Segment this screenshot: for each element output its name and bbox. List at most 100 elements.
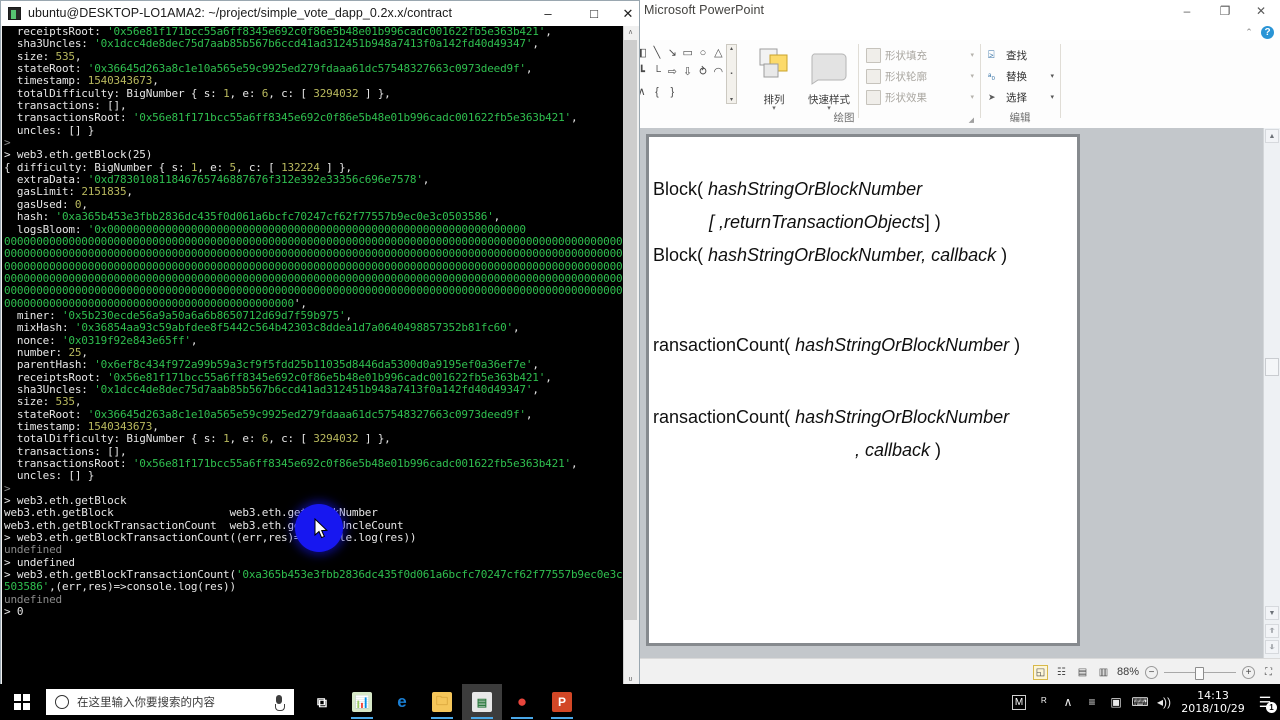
ppt-minimize-button[interactable]: – bbox=[1172, 2, 1202, 20]
shape-effects-button[interactable]: 形状效果 ▾ bbox=[866, 88, 974, 106]
shapes-scroll-dot-icon[interactable]: ▪ bbox=[730, 71, 732, 77]
shapes-gallery-scroll[interactable]: ▴ ▪ ▾ bbox=[726, 44, 737, 104]
view-slideshow-button[interactable]: ▥ bbox=[1096, 665, 1111, 680]
shape-outline-button[interactable]: 形状轮廓 ▾ bbox=[866, 67, 974, 85]
terminal-line: sha3Uncles: '0x1dcc4de8dec75d7aab85b567b… bbox=[4, 382, 626, 396]
shapes-gallery[interactable]: ◧ ╲ ↘ ▭ ○ △ ┗ └ ⇨ ⇩ ⥁ ◠ ∧{} bbox=[640, 44, 726, 102]
taskbar-google-chrome[interactable]: ● bbox=[502, 684, 542, 720]
shape-glyph-icon-0[interactable]: ◧ bbox=[640, 44, 649, 63]
notification-center-button[interactable]: ☰ 1 bbox=[1250, 684, 1280, 720]
taskbar-task-view[interactable]: ⧉ bbox=[302, 684, 342, 720]
slide-text-tail: ] ) bbox=[924, 212, 941, 232]
terminal-span: undefined bbox=[4, 543, 62, 557]
terminal-scrollbar-thumb[interactable] bbox=[624, 40, 637, 620]
tray-icon-2[interactable]: ≡ bbox=[1080, 684, 1104, 720]
taskbar-file-explorer[interactable]: 🗀 bbox=[422, 684, 462, 720]
start-button[interactable] bbox=[0, 684, 44, 720]
ppt-close-button[interactable]: ✕ bbox=[1246, 2, 1276, 20]
shape-glyph-icon-14[interactable]: } bbox=[665, 83, 680, 102]
terminal-span: , c: [ bbox=[268, 86, 314, 100]
ppt-restore-button[interactable]: ❐ bbox=[1210, 2, 1240, 20]
select-caret-icon[interactable]: ▾ bbox=[1050, 93, 1054, 101]
terminal-output-area[interactable]: receiptsRoot: '0x56e81f171bcc55a6ff8345e… bbox=[2, 26, 638, 687]
fit-slide-button[interactable]: ⛶ bbox=[1261, 665, 1276, 680]
taskbar-powerpoint[interactable]: P bbox=[542, 684, 582, 720]
terminal-span: 0000000000000000000000000000000000000000… bbox=[4, 247, 638, 261]
zoom-slider-handle[interactable] bbox=[1195, 666, 1204, 680]
terminal-span: stateRoot: bbox=[4, 407, 88, 421]
shape-effects-caret-icon[interactable]: ▾ bbox=[970, 93, 974, 101]
taskbar-microsoft-edge[interactable]: e bbox=[382, 684, 422, 720]
shapes-scroll-up-icon[interactable]: ▴ bbox=[730, 45, 733, 52]
shape-glyph-icon-8[interactable]: ⇨ bbox=[665, 63, 680, 82]
replace-caret-icon[interactable]: ▾ bbox=[1050, 72, 1054, 80]
shape-glyph-icon-7[interactable]: └ bbox=[649, 63, 664, 82]
shape-glyph-icon-3[interactable]: ▭ bbox=[680, 44, 695, 63]
zoom-in-button[interactable]: + bbox=[1242, 665, 1255, 679]
view-slide-sorter-button[interactable]: ☷ bbox=[1054, 665, 1069, 680]
tray-icon-5[interactable]: ◂)) bbox=[1152, 684, 1176, 720]
next-slide-icon[interactable]: ⥥ bbox=[1265, 640, 1279, 654]
terminal-line: 503586',(err,res)=>console.log(res)) bbox=[4, 581, 626, 593]
shape-outline-caret-icon[interactable]: ▾ bbox=[970, 72, 974, 80]
shape-glyph-icon-5[interactable]: △ bbox=[711, 44, 726, 63]
terminal-span: 0000000000000000000000000000000000000000… bbox=[4, 259, 638, 273]
replace-button[interactable]: ᵃ₀ 替换 ▾ bbox=[988, 67, 1054, 85]
shape-glyph-icon-13[interactable]: { bbox=[649, 83, 664, 102]
terminal-span: , bbox=[532, 382, 539, 396]
collapse-ribbon-icon[interactable]: ⌃ bbox=[1243, 26, 1255, 38]
view-normal-button[interactable]: ◱ bbox=[1032, 664, 1048, 680]
taskbar-ubuntu-terminal[interactable]: ▤ bbox=[462, 684, 502, 720]
find-button[interactable]: ⍄ 查找 bbox=[988, 46, 1054, 64]
shape-glyph-icon-1[interactable]: ╲ bbox=[649, 44, 664, 63]
shape-glyph-icon-12[interactable]: ∧ bbox=[640, 83, 649, 102]
terminal-maximize-button[interactable]: □ bbox=[571, 1, 617, 26]
scroll-up-icon[interactable]: ▲ bbox=[1265, 129, 1279, 143]
shape-glyph-icon-10[interactable]: ⥁ bbox=[695, 63, 710, 82]
slide-text-italic: hashStringOrBlockNumber bbox=[703, 179, 923, 199]
terminal-span: , bbox=[126, 185, 133, 199]
slide-canvas[interactable]: Block( hashStringOrBlockNumber [ ,return… bbox=[649, 137, 1077, 643]
search-input[interactable]: 在这里输入你要搜索的内容 bbox=[46, 689, 294, 715]
slide-vertical-scrollbar[interactable]: ▲ ▼ ⥣ ⥥ bbox=[1263, 128, 1280, 658]
terminal-close-button[interactable]: ✕ bbox=[617, 1, 639, 26]
view-reading-button[interactable]: ▤ bbox=[1075, 665, 1090, 680]
shape-glyph-icon-9[interactable]: ⇩ bbox=[680, 63, 695, 82]
scroll-down-icon[interactable]: ▼ bbox=[1265, 606, 1279, 620]
drawing-dialog-launcher-icon[interactable]: ◢ bbox=[969, 116, 974, 124]
select-button[interactable]: ➤ 选择 ▾ bbox=[988, 88, 1054, 106]
terminal-window[interactable]: ubuntu@DESKTOP-LO1AMA2: ~/project/simple… bbox=[0, 0, 640, 688]
tray-icon-0[interactable]: ᴿ bbox=[1032, 684, 1056, 720]
ime-indicator[interactable]: M bbox=[1006, 684, 1032, 720]
microphone-icon[interactable] bbox=[274, 694, 285, 711]
tray-icon-4[interactable]: ⌨ bbox=[1128, 684, 1152, 720]
shape-fill-button[interactable]: 形状填充 ▾ bbox=[866, 46, 974, 64]
terminal-span: , bbox=[152, 420, 159, 433]
zoom-level-label: 88% bbox=[1116, 666, 1139, 678]
powerpoint-window[interactable]: Microsoft PowerPoint – ❐ ✕ ⌃ ? ◧ ╲ ↘ ▭ ○ △ ┗ └ ⇨… bbox=[640, 0, 1280, 684]
previous-slide-icon[interactable]: ⥣ bbox=[1265, 624, 1279, 638]
shape-glyph-icon-4[interactable]: ○ bbox=[695, 44, 710, 63]
tray-icon-3[interactable]: ▣ bbox=[1104, 684, 1128, 720]
terminal-span: 25 bbox=[68, 345, 82, 359]
shape-glyph-icon-11[interactable]: ◠ bbox=[711, 63, 726, 82]
shape-glyph-icon-6[interactable]: ┗ bbox=[640, 63, 649, 82]
taskbar-app-list: ⧉ 📊 e 🗀 ▤ ● P bbox=[302, 684, 582, 720]
terminal-minimize-button[interactable]: – bbox=[525, 1, 571, 26]
scrollbar-thumb[interactable] bbox=[1265, 358, 1279, 376]
shape-fill-caret-icon[interactable]: ▾ bbox=[970, 51, 974, 59]
help-icon[interactable]: ? bbox=[1261, 25, 1274, 39]
shapes-scroll-more-icon[interactable]: ▾ bbox=[730, 96, 733, 103]
terminal-span: sha3Uncles: bbox=[4, 382, 95, 396]
zoom-slider[interactable] bbox=[1164, 666, 1236, 680]
shape-glyph-icon-2[interactable]: ↘ bbox=[665, 44, 680, 63]
terminal-scrollbar[interactable]: ʌ ʋ bbox=[623, 26, 638, 687]
terminal-scroll-up-icon[interactable]: ʌ bbox=[624, 26, 637, 40]
slide-frame: Block( hashStringOrBlockNumber [ ,return… bbox=[646, 134, 1080, 646]
clock[interactable]: 14:13 2018/10/29 bbox=[1176, 684, 1250, 720]
taskbar-spreadsheet-app[interactable]: 📊 bbox=[342, 684, 382, 720]
terminal-span: '0x36645d263a8c1e10a565e59c9925ed279fdaa… bbox=[87, 407, 526, 421]
tray-icon-1[interactable]: ∧ bbox=[1056, 684, 1080, 720]
zoom-out-button[interactable]: − bbox=[1145, 665, 1158, 679]
terminal-span: receiptsRoot: bbox=[4, 370, 108, 384]
